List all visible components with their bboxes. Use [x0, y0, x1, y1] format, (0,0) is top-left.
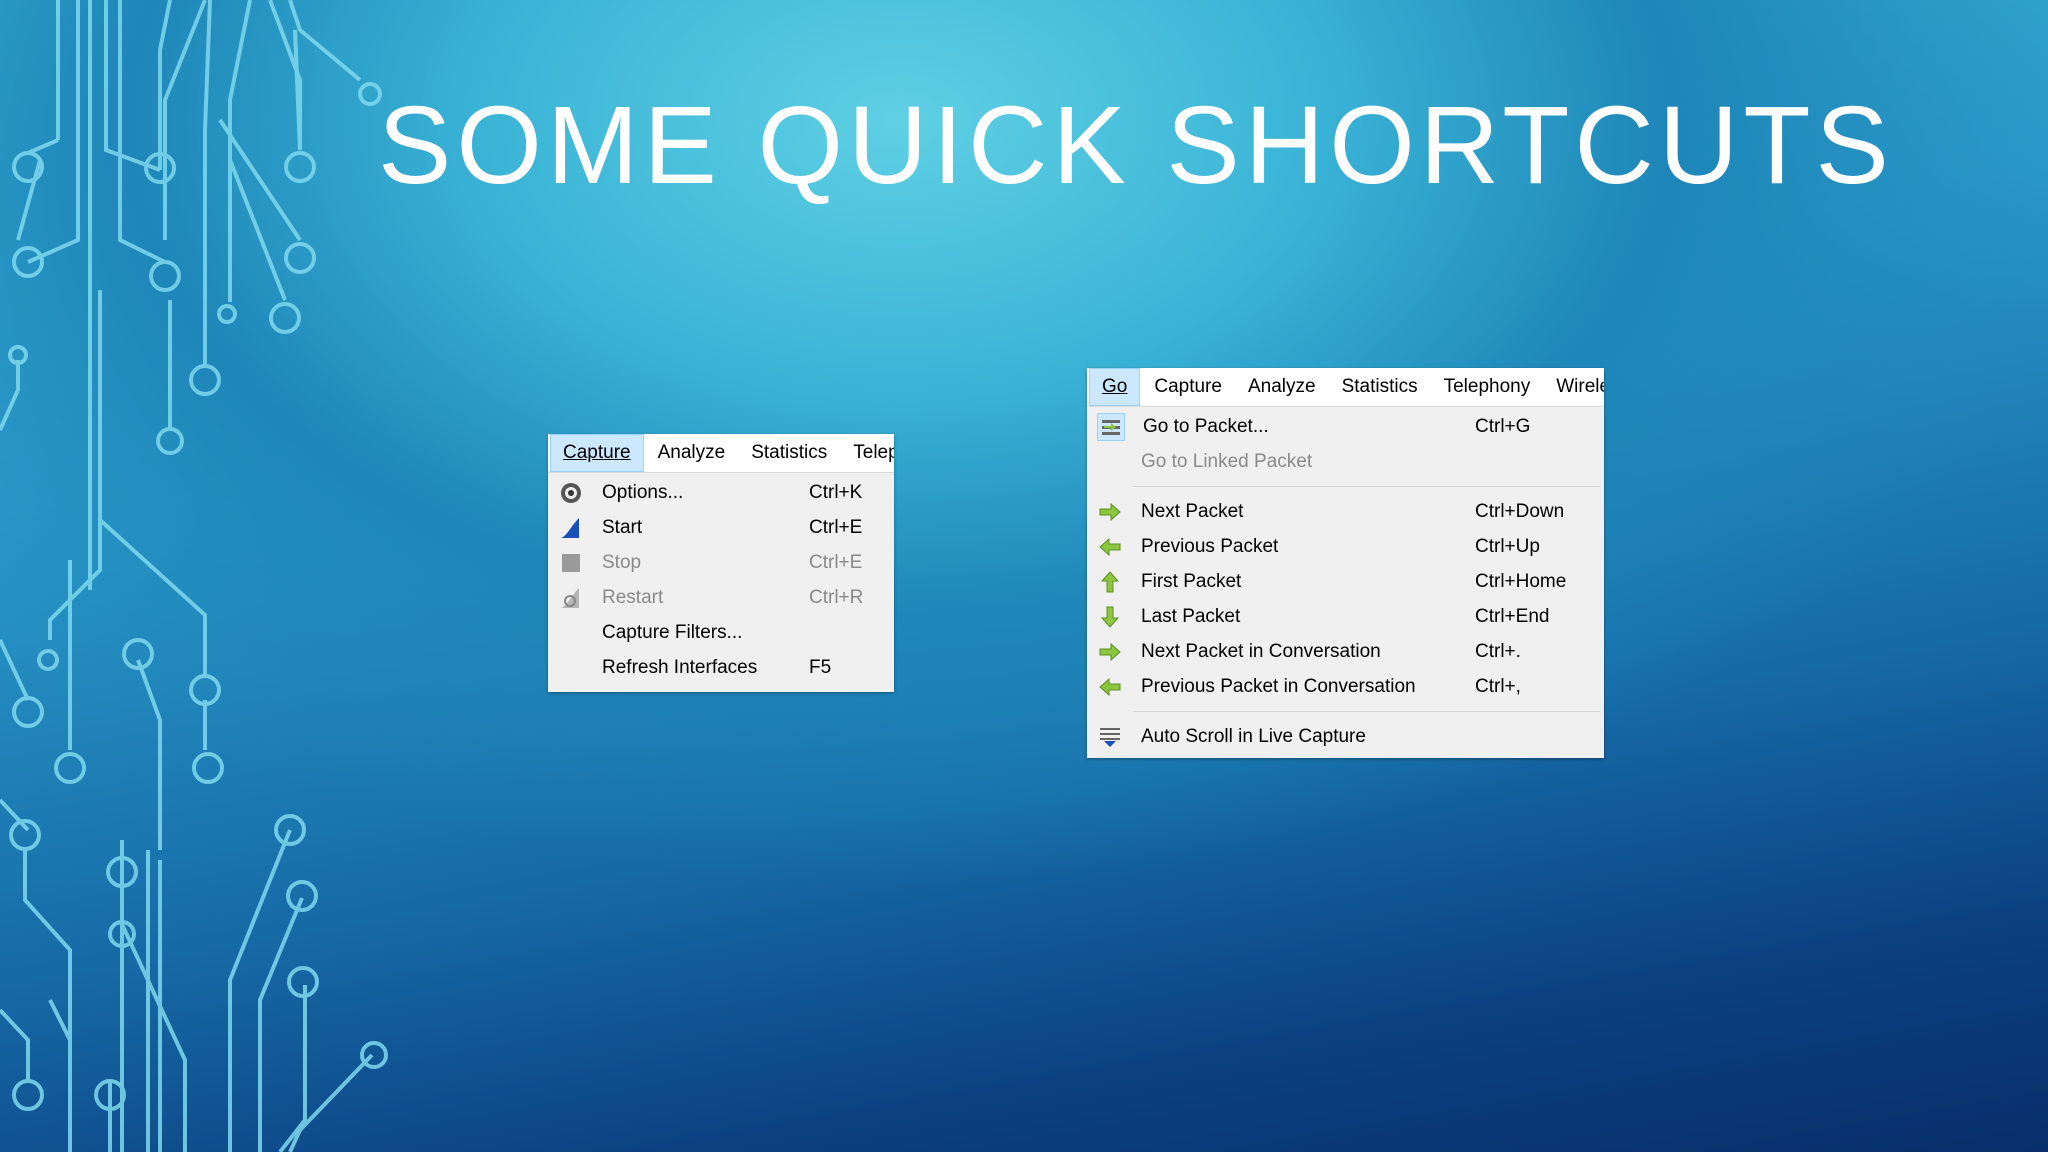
capture-menu-list: Options... Ctrl+K Start Ctrl+E Stop Ctrl… [548, 473, 894, 687]
menu-item-next-packet-in-conversation[interactable]: Next Packet in Conversation Ctrl+. [1087, 634, 1604, 669]
shark-fin-icon [558, 515, 584, 541]
capture-menubar: Capture Analyze Statistics Telepl [548, 434, 894, 473]
gear-icon [558, 480, 584, 506]
arrow-down-icon [1097, 604, 1123, 630]
menu-item-last-packet[interactable]: Last Packet Ctrl+End [1087, 599, 1604, 634]
menu-item-previous-packet[interactable]: Previous Packet Ctrl+Up [1087, 529, 1604, 564]
go-menu-list: Go to Packet... Ctrl+G Go to Linked Pack… [1087, 407, 1604, 756]
menubar-wireless[interactable]: Wireles [1544, 369, 1604, 405]
capture-menu-screenshot: Capture Analyze Statistics Telepl Option… [548, 434, 894, 692]
menu-item-go-to-packet[interactable]: Go to Packet... Ctrl+G [1087, 409, 1604, 444]
go-menubar: Go Capture Analyze Statistics Telephony … [1087, 368, 1604, 407]
menu-item-restart[interactable]: Restart Ctrl+R [548, 580, 894, 615]
menubar-telephony[interactable]: Telephony [1432, 369, 1543, 405]
menu-item-refresh-interfaces[interactable]: Refresh Interfaces F5 [548, 650, 894, 685]
arrow-left-icon [1097, 534, 1123, 560]
go-menu-screenshot: Go Capture Analyze Statistics Telephony … [1087, 368, 1604, 758]
go-to-packet-icon [1097, 412, 1125, 441]
restart-fin-icon [558, 585, 584, 611]
arrow-left-icon [1097, 674, 1123, 700]
menu-item-first-packet[interactable]: First Packet Ctrl+Home [1087, 564, 1604, 599]
menu-item-previous-packet-in-conversation[interactable]: Previous Packet in Conversation Ctrl+, [1087, 669, 1604, 704]
stop-square-icon [558, 550, 584, 576]
menu-item-start[interactable]: Start Ctrl+E [548, 510, 894, 545]
menu-separator [1133, 486, 1600, 487]
auto-scroll-icon [1097, 724, 1123, 750]
menubar-capture[interactable]: Capture [550, 434, 644, 472]
menu-separator [1133, 711, 1600, 712]
arrow-right-icon [1097, 639, 1123, 665]
menubar-go[interactable]: Go [1089, 368, 1141, 406]
arrow-up-icon [1097, 569, 1123, 595]
menubar-statistics[interactable]: Statistics [1330, 369, 1430, 405]
menubar-statistics[interactable]: Statistics [739, 435, 839, 471]
circuit-decoration [0, 0, 388, 1152]
menu-item-capture-filters[interactable]: Capture Filters... [548, 615, 894, 650]
slide-title: SOME QUICK SHORTCUTS [378, 84, 1894, 207]
menu-item-stop[interactable]: Stop Ctrl+E [548, 545, 894, 580]
menu-item-go-to-linked-packet[interactable]: Go to Linked Packet [1087, 444, 1604, 479]
arrow-right-icon [1097, 499, 1123, 525]
menu-item-next-packet[interactable]: Next Packet Ctrl+Down [1087, 494, 1604, 529]
menubar-analyze[interactable]: Analyze [646, 435, 738, 471]
menubar-analyze[interactable]: Analyze [1236, 369, 1328, 405]
menu-item-options[interactable]: Options... Ctrl+K [548, 475, 894, 510]
menubar-telephony[interactable]: Telepl [841, 435, 894, 471]
menubar-capture[interactable]: Capture [1142, 369, 1234, 405]
menu-item-auto-scroll[interactable]: Auto Scroll in Live Capture [1087, 719, 1604, 754]
